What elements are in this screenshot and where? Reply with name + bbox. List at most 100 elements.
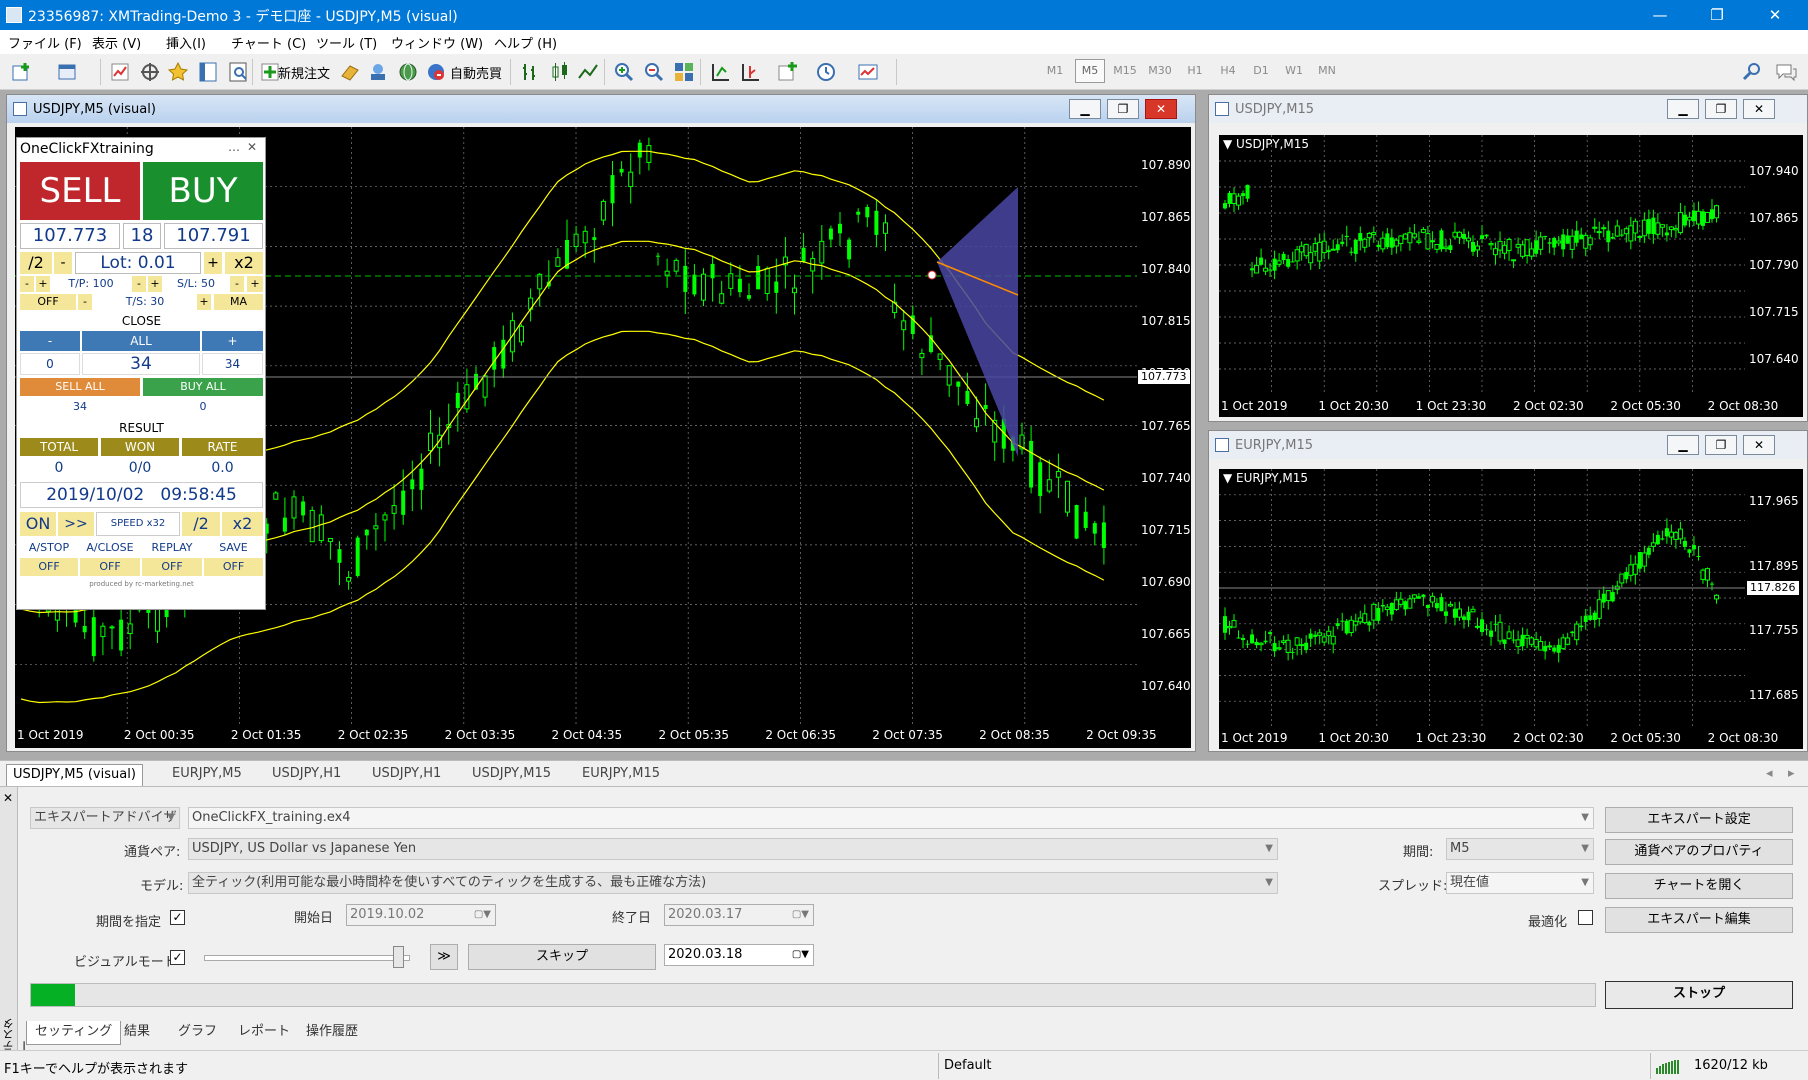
speed-slider-thumb[interactable] <box>393 946 404 968</box>
tf-d1[interactable]: D1 <box>1246 64 1276 77</box>
market-watch-icon[interactable] <box>108 60 134 84</box>
tester-tab-journal[interactable]: 操作履歴 <box>298 1021 366 1045</box>
ts-minus-button[interactable]: - <box>78 294 92 310</box>
skip-button[interactable]: スキップ <box>468 944 656 970</box>
use-date-checkbox[interactable]: ✓ <box>170 910 185 925</box>
market-icon[interactable] <box>396 60 422 84</box>
chat-icon[interactable] <box>1774 60 1800 84</box>
sl-minus-button[interactable]: - <box>132 276 146 292</box>
start-date-input[interactable]: 2019.10.02 ▢▼ <box>346 904 496 926</box>
minimize-button[interactable]: — <box>1637 0 1683 30</box>
line-chart-icon[interactable] <box>576 60 602 84</box>
fast-forward-button[interactable]: ≫ <box>430 944 458 970</box>
tester-close-icon[interactable]: ✕ <box>3 791 13 805</box>
tf-h4[interactable]: H4 <box>1213 64 1243 77</box>
zoom-out-icon[interactable] <box>642 60 668 84</box>
main-chart-maximize-button[interactable]: ❐ <box>1107 99 1139 119</box>
search-icon[interactable] <box>1740 60 1766 84</box>
tf-m15[interactable]: M15 <box>1110 64 1140 77</box>
ts-off-button[interactable]: OFF <box>20 294 76 310</box>
usdjpy-m15-minimize-button[interactable]: ▁ <box>1667 99 1699 119</box>
new-chart-icon[interactable] <box>10 60 36 84</box>
auto-trading-button[interactable]: 自動売買 <box>450 63 502 82</box>
usdjpy-m15-caption[interactable]: USDJPY,M15 ▁ ❐ ✕ <box>1209 95 1807 123</box>
tf-w1[interactable]: W1 <box>1279 64 1309 77</box>
main-chart-close-button[interactable]: ✕ <box>1145 99 1177 119</box>
indicators-icon[interactable] <box>776 60 802 84</box>
tab-usdjpy-h1[interactable]: USDJPY,H1 <box>266 764 347 786</box>
expert-file-select[interactable]: OneClickFX_training.ex4 ▼ <box>188 807 1594 829</box>
open-chart-button[interactable]: チャートを開く <box>1605 873 1793 899</box>
model-select[interactable]: 全ティック(利用可能な最小時間枠を使いすべてのティックを生成する、最も正確な方法… <box>188 872 1278 894</box>
lot-double-button[interactable]: x2 <box>225 252 263 274</box>
sim-on-button[interactable]: ON <box>20 512 56 536</box>
tabs-scroll-left-icon[interactable]: ◂ <box>1760 764 1779 786</box>
zoom-in-icon[interactable] <box>612 60 638 84</box>
tab-usdjpy-m15[interactable]: USDJPY,M15 <box>466 764 557 786</box>
eurjpy-m15-caption[interactable]: EURJPY,M15 ▁ ❐ ✕ <box>1209 431 1807 459</box>
edit-expert-button[interactable]: エキスパート編集 <box>1605 907 1793 933</box>
sell-button[interactable]: SELL <box>20 162 140 220</box>
buy-button[interactable]: BUY <box>143 162 263 220</box>
close-button[interactable]: ✕ <box>1752 0 1798 30</box>
menu-insert[interactable]: 挿入(I) <box>166 33 206 52</box>
sim-half-button[interactable]: /2 <box>182 512 220 536</box>
templates-icon[interactable] <box>856 60 882 84</box>
speed-slider-track[interactable] <box>204 955 410 961</box>
close-minus-button[interactable]: - <box>20 331 80 351</box>
stop-button[interactable]: ストップ <box>1605 981 1793 1009</box>
maximize-button[interactable]: ❐ <box>1694 0 1740 30</box>
autoscroll-icon[interactable] <box>708 60 734 84</box>
menu-chart[interactable]: チャート (C) <box>231 33 306 52</box>
tester-tab-report[interactable]: レポート <box>230 1021 298 1045</box>
expert-settings-button[interactable]: エキスパート設定 <box>1605 807 1793 833</box>
eurjpy-m15-plot[interactable]: ▼ EURJPY,M15 <box>1219 469 1745 727</box>
sell-all-button[interactable]: SELL ALL <box>20 378 140 396</box>
spread-select[interactable]: 現在値 ▼ <box>1446 872 1594 894</box>
menu-view[interactable]: 表示 (V) <box>92 33 141 52</box>
tester-tab-graph[interactable]: グラフ <box>170 1021 225 1045</box>
ma-button[interactable]: MA <box>214 294 263 310</box>
symbol-properties-button[interactable]: 通貨ペアのプロパティ <box>1605 839 1793 865</box>
strategy-tester-icon[interactable] <box>226 60 252 84</box>
menu-help[interactable]: ヘルプ (H) <box>494 33 557 52</box>
tabs-scroll-right-icon[interactable]: ▸ <box>1782 764 1801 786</box>
eurjpy-m15-close-button[interactable]: ✕ <box>1743 435 1775 455</box>
tp-minus-button[interactable]: - <box>20 276 34 292</box>
lot-plus-button[interactable]: + <box>204 252 222 274</box>
usdjpy-m15-plot[interactable]: ▼ USDJPY,M15 <box>1219 135 1745 395</box>
astop-off-button[interactable]: OFF <box>20 558 78 576</box>
aclose-off-button[interactable]: OFF <box>80 558 140 576</box>
candlestick-icon[interactable] <box>548 60 574 84</box>
replay-off-button[interactable]: OFF <box>142 558 202 576</box>
lot-minus-button[interactable]: - <box>54 252 72 274</box>
close-all-button[interactable]: ALL <box>82 331 200 351</box>
tab-eurjpy-m5[interactable]: EURJPY,M5 <box>166 764 248 786</box>
tf-m1[interactable]: M1 <box>1040 64 1070 77</box>
period-select[interactable]: M5 ▼ <box>1446 838 1594 860</box>
visual-mode-checkbox[interactable]: ✓ <box>170 950 185 965</box>
sim-double-button[interactable]: x2 <box>222 512 263 536</box>
pair-select[interactable]: USDJPY, US Dollar vs Japanese Yen ▼ <box>188 838 1278 860</box>
new-order-button[interactable]: 新規注文 <box>278 63 330 82</box>
chart-shift-icon[interactable] <box>738 60 764 84</box>
main-chart-caption[interactable]: USDJPY,M5 (visual) ▁ ❐ ✕ <box>7 95 1195 123</box>
save-off-button[interactable]: OFF <box>204 558 263 576</box>
profiles-icon[interactable] <box>56 60 82 84</box>
tf-m30[interactable]: M30 <box>1145 64 1175 77</box>
sl-plus-button[interactable]: + <box>148 276 162 292</box>
tab-eurjpy-m15[interactable]: EURJPY,M15 <box>576 764 666 786</box>
eurjpy-m15-minimize-button[interactable]: ▁ <box>1667 435 1699 455</box>
main-chart-minimize-button[interactable]: ▁ <box>1069 99 1101 119</box>
close-plus-button[interactable]: + <box>202 331 263 351</box>
signals-icon[interactable] <box>366 60 392 84</box>
menu-tools[interactable]: ツール (T) <box>316 33 377 52</box>
tester-tab-settings[interactable]: セッティング <box>26 1021 122 1045</box>
favorites-icon[interactable] <box>166 60 192 84</box>
buy-all-button[interactable]: BUY ALL <box>143 378 263 396</box>
periods-icon[interactable] <box>814 60 840 84</box>
sim-fast-button[interactable]: >> <box>58 512 94 536</box>
tf-h1[interactable]: H1 <box>1180 64 1210 77</box>
bar-chart-icon[interactable] <box>518 60 544 84</box>
menu-window[interactable]: ウィンドウ (W) <box>391 33 483 52</box>
